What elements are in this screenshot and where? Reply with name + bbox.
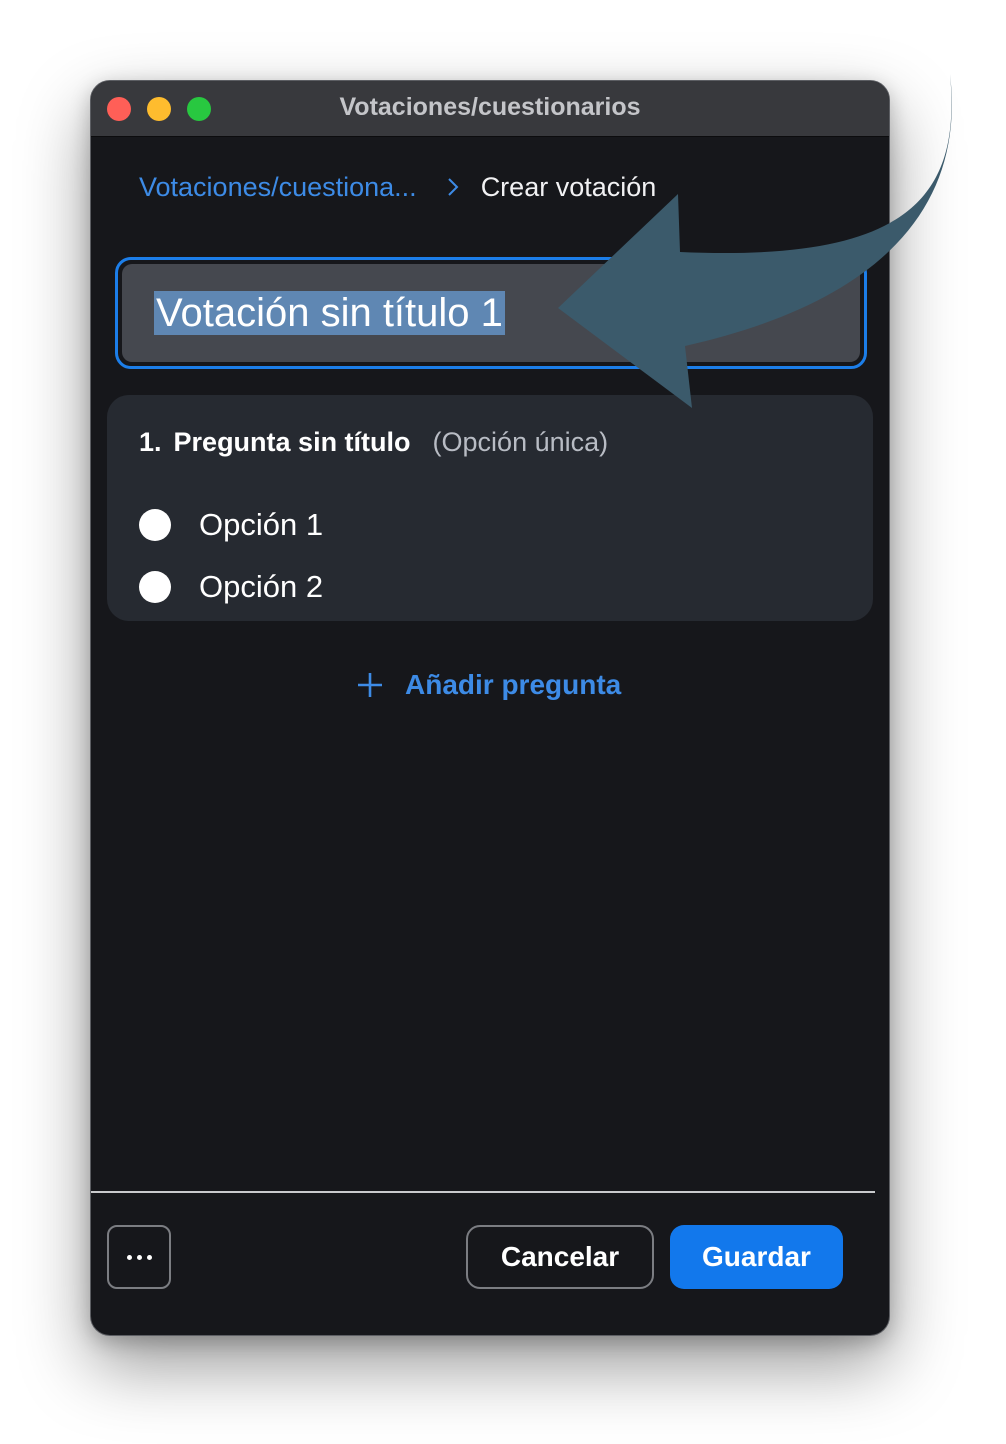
poll-title-field[interactable]: Votación sin título 1 bbox=[115, 257, 867, 369]
more-dot bbox=[146, 1254, 152, 1260]
option-label: Opción 2 bbox=[199, 569, 324, 604]
poll-title-input[interactable]: Votación sin título 1 bbox=[122, 264, 860, 362]
add-question-label: Añadir pregunta bbox=[405, 669, 622, 700]
question-card[interactable]: 1. Pregunta sin título (Opción única) Op… bbox=[107, 395, 873, 621]
question-type: (Opción única) bbox=[432, 427, 609, 457]
radio-button[interactable] bbox=[139, 509, 171, 541]
radio-button[interactable] bbox=[139, 571, 171, 603]
more-options-button[interactable] bbox=[107, 1225, 171, 1289]
poll-title-selected-text[interactable]: Votación sin título 1 bbox=[154, 291, 505, 335]
window-title: Votaciones/cuestionarios bbox=[339, 93, 641, 121]
footer-divider bbox=[91, 1191, 875, 1193]
save-button[interactable]: Guardar bbox=[670, 1225, 843, 1289]
option-label: Opción 1 bbox=[199, 507, 324, 542]
more-dots-icon bbox=[126, 1254, 132, 1260]
option-row[interactable]: Opción 1 bbox=[139, 505, 323, 545]
chevron-right-icon bbox=[447, 177, 459, 197]
question-number: 1. bbox=[139, 427, 162, 457]
plus-icon bbox=[357, 672, 383, 698]
cancel-button[interactable]: Cancelar bbox=[466, 1225, 654, 1289]
more-dot bbox=[136, 1254, 142, 1260]
poll-window: Votaciones/cuestionarios Votaciones/cues… bbox=[90, 80, 890, 1336]
question-title[interactable]: Pregunta sin título bbox=[174, 427, 411, 458]
option-row[interactable]: Opción 2 bbox=[139, 567, 323, 607]
breadcrumb-current: Crear votación bbox=[480, 171, 657, 202]
breadcrumb-parent-link[interactable]: Votaciones/cuestiona... bbox=[139, 172, 417, 203]
breadcrumb: Votaciones/cuestiona... Crear votación bbox=[139, 169, 656, 205]
add-question-button[interactable]: Añadir pregunta bbox=[357, 665, 621, 705]
question-header: 1. Pregunta sin título (Opción única) bbox=[139, 427, 608, 458]
title-bar: Votaciones/cuestionarios bbox=[91, 81, 889, 137]
